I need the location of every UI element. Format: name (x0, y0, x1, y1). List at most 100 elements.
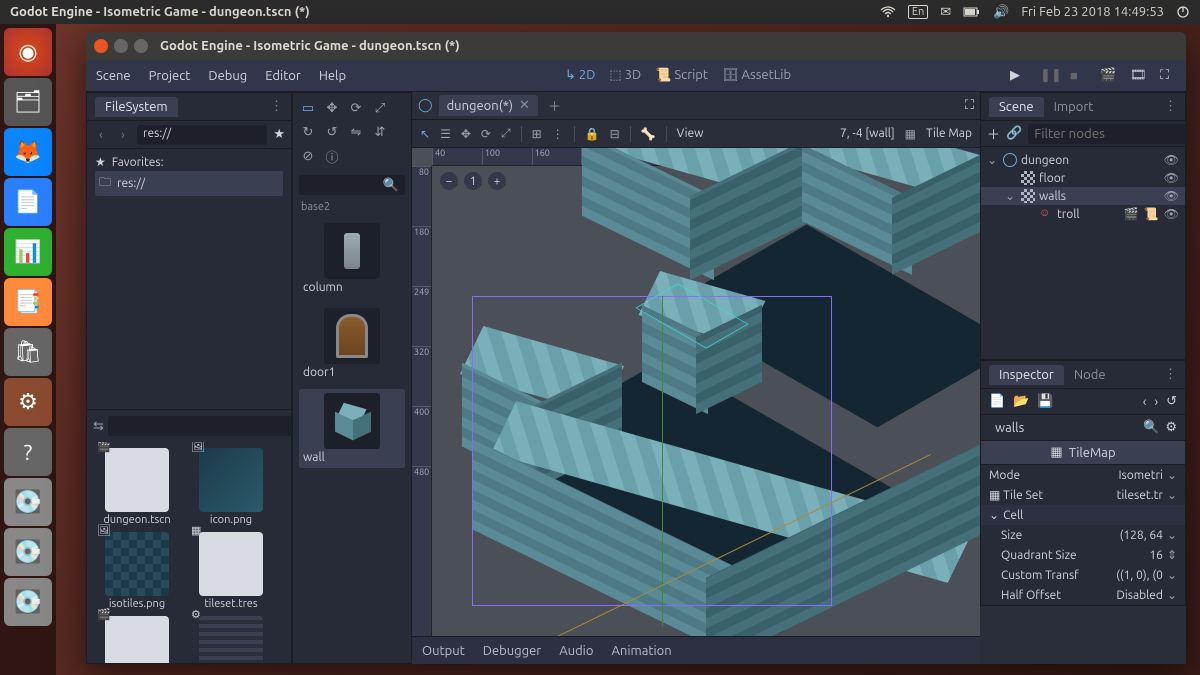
render-settings-button[interactable]: ⛶ (1160, 68, 1176, 84)
play-scene-button[interactable]: 🎬 (1100, 68, 1116, 84)
launcher-ubuntu-icon[interactable]: ◉ (4, 28, 52, 76)
inspector-history-icon[interactable]: ↺ (1166, 394, 1177, 409)
filesystem-menu-icon[interactable]: ⋮ (270, 99, 283, 114)
inspector-new-icon[interactable]: 📄 (989, 394, 1005, 409)
launcher-disk1-icon[interactable]: 💽 (4, 478, 52, 526)
import-tab-header[interactable]: Import (1044, 97, 1104, 117)
node-dungeon[interactable]: ⌄ dungeon 👁 (981, 151, 1185, 169)
prop-size[interactable]: Size (128, 64⌄ (981, 525, 1185, 545)
file-item[interactable]: 🖼 icon.png (187, 448, 275, 526)
menu-help[interactable]: Help (319, 69, 346, 83)
inspector-class-header[interactable]: ▦ TileMap (981, 441, 1185, 465)
launcher-disk3-icon[interactable]: 💽 (4, 578, 52, 626)
launcher-writer-icon[interactable]: 📄 (4, 178, 52, 226)
prop-mode[interactable]: Mode Isometri⌄ (981, 465, 1185, 485)
play-button[interactable]: ▶ (1010, 68, 1026, 84)
launcher-settings-icon[interactable]: ⚙ (4, 378, 52, 426)
inspector-back-icon[interactable]: ‹ (1143, 395, 1147, 409)
add-node-icon[interactable]: ＋ (987, 124, 1000, 143)
inspector-open-icon[interactable]: 📂 (1013, 394, 1029, 409)
menu-project[interactable]: Project (149, 69, 191, 83)
battery-icon[interactable] (963, 6, 981, 18)
fs-path-field[interactable]: res:// (137, 125, 267, 145)
tool-move-icon[interactable]: ✥ (323, 99, 341, 117)
launcher-impress-icon[interactable]: 📑 (4, 278, 52, 326)
node-floor[interactable]: floor 👁 (981, 169, 1185, 187)
window-titlebar[interactable]: Godot Engine - Isometric Game - dungeon.… (86, 32, 1186, 60)
vp-rotate-icon[interactable]: ⟳ (481, 127, 491, 141)
wifi-icon[interactable] (880, 6, 896, 18)
category-cell[interactable]: ⌄Cell (981, 505, 1185, 525)
menu-debug[interactable]: Debug (208, 69, 247, 83)
vp-select-icon[interactable]: ↖ (420, 127, 430, 141)
file-item[interactable]: 🎬 tileset_edit.tscn (93, 616, 181, 663)
prop-half-offset[interactable]: Half Offset Disabled⌄ (981, 585, 1185, 605)
play-custom-scene-button[interactable]: 🎞 (1130, 68, 1146, 84)
mail-icon[interactable]: ✉ (940, 5, 951, 20)
vp-bone-icon[interactable]: 🦴 (641, 127, 656, 141)
bottom-audio[interactable]: Audio (559, 644, 593, 658)
tool-clear-icon[interactable]: ⊘ (299, 147, 317, 165)
tile-item-column[interactable]: column (299, 219, 405, 298)
tool-info-icon[interactable]: ⓘ (323, 147, 341, 165)
scene-filter-input[interactable] (1028, 124, 1186, 144)
launcher-help-icon[interactable]: ? (4, 428, 52, 476)
window-minimize-button[interactable] (114, 39, 128, 53)
canvas[interactable] (432, 166, 980, 636)
fs-tree-toggle-icon[interactable]: ⇆ (93, 419, 104, 434)
vp-tilemap-menu[interactable]: Tile Map (926, 127, 972, 140)
close-tab-icon[interactable]: ✕ (519, 98, 530, 113)
fs-back-button[interactable]: ‹ (93, 128, 109, 142)
scene-tab-header[interactable]: Scene (989, 97, 1044, 117)
inspector-tab[interactable]: Inspector (989, 365, 1064, 385)
expand-viewport-icon[interactable]: ⛶ (965, 98, 974, 113)
zoom-value[interactable]: 1 (464, 172, 482, 190)
prop-tileset[interactable]: ▦ Tile Set tileset.tr⌄ (981, 485, 1185, 505)
viewport[interactable]: 40100160220280340400460520580640 8018024… (412, 148, 980, 636)
fs-forward-button[interactable]: › (115, 128, 131, 142)
launcher-files-icon[interactable]: 🗂 (4, 78, 52, 126)
bottom-output[interactable]: Output (422, 644, 465, 658)
tool-flip-h-icon[interactable]: ⇋ (347, 123, 365, 141)
vp-list-icon[interactable]: ☰ (440, 127, 451, 141)
menu-scene[interactable]: Scene (96, 69, 131, 83)
file-item[interactable]: ⚙ troll.gd (187, 616, 275, 663)
tile-item-door1[interactable]: door1 (299, 304, 405, 383)
vp-lock-icon[interactable]: 🔒 (585, 127, 600, 141)
mode-3d-button[interactable]: ⬚ 3D (609, 68, 641, 83)
vp-view-menu[interactable]: View (677, 127, 704, 140)
fs-fav-res[interactable]: 🗀 res:// (95, 171, 283, 196)
volume-icon[interactable]: 🔊 (993, 5, 1009, 20)
zoom-out-button[interactable]: − (440, 172, 458, 190)
mode-script-button[interactable]: 📜 Script (655, 68, 708, 83)
node-tab[interactable]: Node (1064, 365, 1116, 385)
file-item[interactable]: 🖼 isotiles.png (93, 532, 181, 610)
instance-icon[interactable]: 🎬 (1124, 207, 1139, 221)
launcher-firefox-icon[interactable]: 🦊 (4, 128, 52, 176)
tool-rotate-ccw-icon[interactable]: ↺ (323, 123, 341, 141)
inspector-obj-search-icon[interactable]: 🔍 (1143, 420, 1159, 435)
prop-custom-transform[interactable]: Custom Transf ((1, 0), (0⌄ (981, 565, 1185, 585)
vp-snap-icon[interactable]: ⊞ (532, 127, 542, 141)
bottom-animation[interactable]: Animation (611, 644, 671, 658)
fs-search-input[interactable] (108, 416, 292, 436)
inspector-save-icon[interactable]: 💾 (1037, 394, 1053, 409)
tool-rotate-icon[interactable]: ⟳ (347, 99, 365, 117)
tool-rotate-cw-icon[interactable]: ↻ (299, 123, 317, 141)
pause-button[interactable]: ❚❚ (1040, 68, 1056, 84)
vp-group-icon[interactable]: ⊟ (610, 127, 620, 141)
inspector-menu-icon[interactable]: ⋮ (1164, 367, 1177, 382)
tile-item-wall[interactable]: wall (299, 389, 405, 468)
zoom-in-button[interactable]: + (488, 172, 506, 190)
file-item[interactable]: ▦ tileset.tres (187, 532, 275, 610)
mode-assetlib-button[interactable]: 🗄 AssetLib (722, 68, 791, 83)
node-troll[interactable]: ☺ troll 🎬 📜 👁 (981, 205, 1185, 223)
tool-select-icon[interactable]: ▭ (299, 99, 317, 117)
visibility-icon[interactable]: 👁 (1164, 171, 1179, 185)
launcher-software-icon[interactable]: 🛍 (4, 328, 52, 376)
tile-search-input[interactable]: 🔍 (299, 175, 405, 195)
tool-scale-icon[interactable]: ⤢ (371, 99, 389, 117)
vp-scale-icon[interactable]: ⤢ (501, 127, 511, 141)
launcher-disk2-icon[interactable]: 💽 (4, 528, 52, 576)
script-icon[interactable]: 📜 (1144, 207, 1159, 221)
